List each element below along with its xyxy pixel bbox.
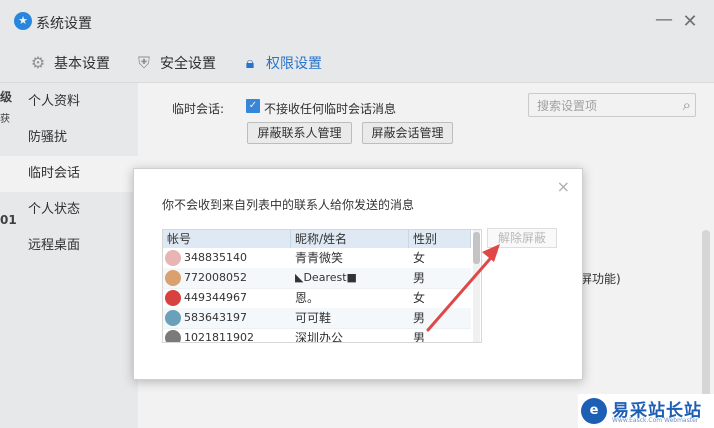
annotation-arrow [426, 244, 500, 332]
watermark-mark: e [581, 398, 607, 424]
watermark-sub: Www.Easck.Com Webmaster [612, 417, 699, 424]
watermark-logo: e 易采站长站 Www.Easck.Com Webmaster [578, 394, 714, 428]
arrow-head [482, 244, 500, 262]
arrow-shaft [426, 250, 498, 332]
settings-window: ★ 系统设置 — ✕ ⚙基本设置 ⛨安全设置 🔒︎权限设置 ⌕ 个人资料 防骚扰… [0, 0, 714, 428]
